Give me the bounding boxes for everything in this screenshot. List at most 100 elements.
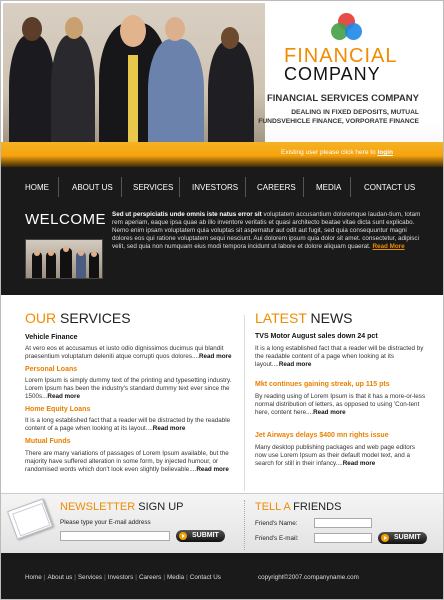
footer-separator: |: [163, 574, 165, 581]
newsletter-submit-button[interactable]: SUBMIT: [176, 530, 225, 542]
service-heading[interactable]: Personal Loans: [25, 366, 77, 373]
footer-separator: |: [104, 574, 106, 581]
tell-friend-submit-label: SUBMIT: [394, 534, 421, 541]
service-text: At vero eos et accusamus et iusto odio d…: [25, 345, 241, 361]
service-read-more-link[interactable]: Read more: [153, 425, 186, 432]
news-text: It is a long established fact that a rea…: [255, 345, 427, 369]
service-read-more-link[interactable]: Read more: [47, 393, 80, 400]
newsletter-email-label: Please type your E-mail address: [60, 519, 151, 526]
news-heading[interactable]: Jet Airways delays $400 mn rights issue: [255, 432, 389, 439]
login-link[interactable]: login: [377, 149, 393, 156]
nav-about-us[interactable]: ABOUT US: [72, 167, 113, 207]
news-read-more-link[interactable]: Read more: [343, 460, 376, 467]
person-head: [221, 27, 239, 49]
footer-separator: |: [135, 574, 137, 581]
newsletter-submit-label: SUBMIT: [192, 532, 219, 539]
services-title: OUR SERVICES: [25, 310, 131, 326]
nav-home[interactable]: HOME: [25, 167, 49, 207]
person-head: [65, 17, 83, 39]
footer-link-services[interactable]: Services: [78, 574, 102, 581]
welcome-section: WELCOME Sed ut perspiciatis unde omnis i…: [1, 207, 443, 295]
service-text: It is a long established fact that a rea…: [25, 417, 241, 433]
news-heading[interactable]: Mkt continues gaining streak, up 115 pts: [255, 381, 390, 388]
news-text: Many desktop publishing packages and web…: [255, 444, 427, 468]
page-frame: FINANCIAL COMPANY FINANCIAL SERVICES COM…: [0, 0, 444, 600]
newsletter-email-input[interactable]: [60, 531, 170, 541]
footer-links: Home | About us | Services | Investors | Careers…: [25, 574, 221, 581]
nav-investors[interactable]: INVESTORS: [192, 167, 238, 207]
welcome-title: WELCOME: [25, 211, 107, 228]
person-head: [165, 17, 185, 41]
header-subtitle: FINANCIAL SERVICES COMPANY: [266, 93, 419, 104]
person-head: [63, 246, 69, 252]
welcome-lead: Sed ut perspiciatis unde omnis iste natu…: [112, 211, 262, 218]
nav-divider: [245, 177, 246, 197]
footer-link-careers[interactable]: Careers: [139, 574, 161, 581]
copyright-text: copyright©2007.companyname.com: [258, 574, 359, 581]
news-heading[interactable]: TVS Motor August sales down 24 pct: [255, 333, 378, 340]
tell-friend-title-accent: TELL A: [255, 501, 291, 513]
footer-separator: |: [74, 574, 76, 581]
news-read-more-link[interactable]: Read more: [279, 361, 312, 368]
news-title: LATEST NEWS: [255, 310, 353, 326]
service-text-body: It is a long established fact that a rea…: [25, 417, 231, 432]
brand-title-line2: COMPANY: [284, 64, 381, 84]
nav-divider: [350, 177, 351, 197]
person-figure: [60, 248, 72, 278]
service-read-more-link[interactable]: Read more: [196, 466, 229, 473]
person-head: [48, 250, 54, 256]
business-team-photo: [3, 3, 265, 165]
friend-name-input[interactable]: [314, 518, 372, 528]
welcome-team-image: [25, 239, 103, 279]
news-read-more-link[interactable]: Read more: [313, 409, 346, 416]
header-description: DEALING IN FIXED DEPOSITS, MUTUAL FUNDSV…: [258, 109, 419, 125]
news-title-rest: NEWS: [306, 310, 353, 326]
friend-email-label: Friend's E-mail:: [255, 535, 299, 542]
nav-media[interactable]: MEDIA: [316, 167, 341, 207]
service-text: Lorem Ipsum is simply dummy text of the …: [25, 377, 241, 401]
nav-contact-us[interactable]: CONTACT US: [364, 167, 415, 207]
footer-link-investors[interactable]: Investors: [108, 574, 134, 581]
login-prompt: Existing user please click here to login: [281, 149, 393, 156]
service-text-body: At vero eos et accusamus et iusto odio d…: [25, 345, 224, 360]
newsletter-title-rest: SIGN UP: [135, 501, 184, 513]
logo-blue-circle: [345, 23, 362, 40]
footer-link-home[interactable]: Home: [25, 574, 42, 581]
login-prompt-text: Existing user please click here to: [281, 149, 376, 156]
footer-link-media[interactable]: Media: [167, 574, 184, 581]
nav-divider: [303, 177, 304, 197]
nav-services[interactable]: SERVICES: [133, 167, 173, 207]
nav-divider: [58, 177, 59, 197]
news-title-accent: LATEST: [255, 310, 307, 326]
signup-section: NEWSLETTER SIGN UP Please type your E-ma…: [1, 493, 443, 553]
service-read-more-link[interactable]: Read more: [199, 353, 232, 360]
news-text: By reading using of Lorem Ipsum is that …: [255, 393, 427, 417]
service-heading[interactable]: Home Equity Loans: [25, 406, 90, 413]
footer-separator: |: [186, 574, 188, 581]
nav-careers[interactable]: CAREERS: [257, 167, 296, 207]
tell-friend-title: TELL A FRIENDS: [255, 501, 341, 513]
footer-link-contact-us[interactable]: Contact Us: [190, 574, 221, 581]
welcome-text: Sed ut perspiciatis unde omnis iste natu…: [112, 211, 422, 251]
services-title-accent: OUR: [25, 310, 57, 326]
person-head: [22, 17, 42, 41]
column-divider: [244, 315, 245, 491]
welcome-read-more-link[interactable]: Read More: [372, 243, 404, 250]
company-logo: [326, 13, 366, 45]
friend-email-input[interactable]: [314, 533, 372, 543]
services-title-rest: SERVICES: [56, 310, 131, 326]
signup-divider: [244, 500, 245, 550]
nav-divider: [121, 177, 122, 197]
envelope-icon: [7, 498, 53, 540]
tell-friend-submit-button[interactable]: SUBMIT: [378, 532, 427, 544]
service-heading[interactable]: Mutual Funds: [25, 438, 71, 445]
footer-separator: |: [43, 574, 46, 581]
person-head: [120, 15, 146, 47]
footer-link-about-us[interactable]: About us: [47, 574, 72, 581]
person-head: [91, 251, 97, 257]
friend-name-label: Friend's Name:: [255, 520, 298, 527]
tell-friend-title-rest: FRIENDS: [290, 501, 342, 513]
service-heading[interactable]: Vehicle Finance: [25, 334, 78, 341]
arrow-icon: [179, 532, 187, 540]
footer: Home | About us | Services | Investors | Careers…: [1, 553, 443, 599]
